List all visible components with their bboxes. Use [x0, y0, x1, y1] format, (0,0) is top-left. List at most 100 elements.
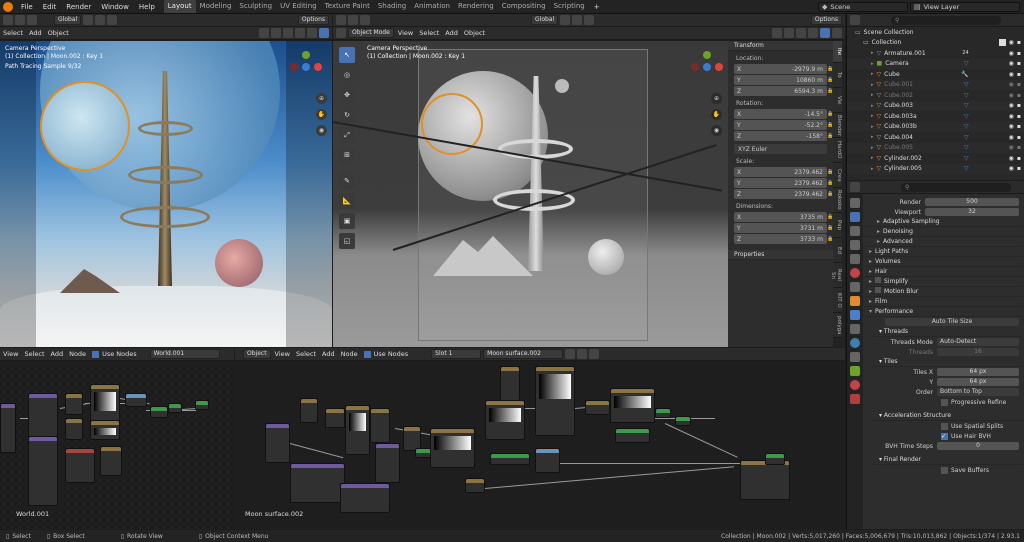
collection-tab-icon[interactable] — [850, 282, 860, 292]
tool-annotate-icon[interactable]: ✎ — [339, 173, 355, 189]
shader-node[interactable] — [100, 446, 122, 476]
zoom-icon[interactable]: ⊕ — [711, 93, 722, 104]
outliner-item[interactable]: ▸ ▽ Cylinder.002 ▽ ◉ ▪ — [847, 153, 1024, 164]
render-camera-icon[interactable]: ▪ — [1017, 71, 1021, 78]
material-tab-icon[interactable] — [850, 380, 860, 390]
shader-node[interactable] — [500, 366, 520, 401]
outliner-item[interactable]: ▸ ▽ Cube 🔧 ◉ ▪ — [847, 69, 1024, 80]
overlay-icon[interactable] — [283, 28, 293, 38]
use-nodes-checkbox[interactable] — [363, 350, 371, 358]
dimensions-z-field[interactable]: Z 3733 m 🔒 — [734, 234, 833, 244]
world-tab-icon[interactable] — [850, 268, 860, 278]
world-menu-select[interactable]: Select — [21, 350, 47, 358]
tiles-x-field[interactable]: 64 px — [937, 368, 1019, 376]
shader-node[interactable] — [765, 453, 785, 465]
gizmo-z-axis[interactable] — [703, 63, 711, 71]
threads-field[interactable]: 16 — [937, 348, 1019, 356]
world-node-editor[interactable]: View Select Add Node Use Nodes World.001… — [0, 348, 234, 529]
tab-shading[interactable]: Shading — [374, 0, 410, 13]
shader-node[interactable] — [485, 400, 525, 440]
left-render-view[interactable]: Camera Perspective (1) Collection | Moon… — [0, 41, 332, 347]
output-tab-icon[interactable] — [850, 226, 860, 236]
right-menu-add[interactable]: Add — [442, 29, 461, 37]
hair-bvh-checkbox[interactable]: ✓ — [941, 432, 948, 440]
outliner-item[interactable]: ▸ ▽ Cube.003 ▽ ◉ ▪ — [847, 100, 1024, 111]
sidebar-tab-4[interactable]: HardO — [833, 138, 842, 163]
editor-type-icon[interactable] — [336, 15, 346, 25]
tab-animation[interactable]: Animation — [410, 0, 454, 13]
render-samples-field[interactable]: 500 — [925, 198, 1019, 206]
viewport-samples-field[interactable]: 32 — [925, 208, 1019, 216]
tab-texture-paint[interactable]: Texture Paint — [321, 0, 374, 13]
sidebar-tab-0[interactable]: Ite — [833, 41, 842, 63]
eye-icon[interactable]: ◉ — [1009, 123, 1014, 130]
shader-node[interactable] — [28, 436, 58, 506]
expand-arrow-icon[interactable]: ▸ — [871, 71, 874, 77]
gizmo-neg-x[interactable] — [691, 63, 699, 71]
material-menu-view[interactable]: View — [272, 350, 293, 358]
expand-arrow-icon[interactable]: ▸ — [871, 103, 874, 109]
panel-film[interactable]: ▸ Film — [865, 297, 1023, 307]
rotation-y-field[interactable]: Y -52.2° 🔒 — [734, 120, 833, 130]
tool-add-cube-icon[interactable]: ▣ — [339, 213, 355, 229]
location-x-field[interactable]: X -2979.9 m 🔒 — [734, 64, 833, 74]
right-solid-view[interactable]: Camera Perspective (1) Collection | Moon… — [333, 41, 728, 347]
shader-node[interactable] — [490, 453, 530, 465]
render-camera-icon[interactable]: ▪ — [1017, 102, 1021, 109]
tool-select-icon[interactable]: ↖ — [339, 47, 355, 63]
material-selector[interactable]: Moon surface.002 — [483, 349, 564, 359]
visibility-icon[interactable] — [772, 28, 782, 38]
panel-adaptive-sampling[interactable]: ▸ Adaptive Sampling — [865, 217, 1023, 227]
expand-arrow-icon[interactable]: ▸ — [871, 61, 874, 67]
render-tab-icon[interactable] — [850, 212, 860, 222]
editor-type-icon[interactable] — [3, 15, 13, 25]
sidebar-tab-3[interactable]: Blender — [833, 113, 842, 138]
rotation-mode-select[interactable]: XYZ Euler — [734, 144, 827, 154]
save-buffers-row[interactable]: Save Buffers — [865, 465, 1023, 475]
render-camera-icon[interactable]: ▪ — [1017, 60, 1021, 67]
tool-extra-icon[interactable]: ◱ — [339, 233, 355, 249]
camera-icon[interactable]: ▪ — [1017, 39, 1021, 46]
navigation-gizmo[interactable] — [687, 47, 727, 87]
scale-z-field[interactable]: Z 2379.462 🔒 — [734, 189, 833, 199]
sidebar-tab-2[interactable]: Vie — [833, 88, 842, 113]
world-menu-add[interactable]: Add — [48, 350, 67, 358]
progressive-checkbox[interactable] — [941, 398, 948, 406]
sidebar-tab-6[interactable]: Rokoko — [833, 188, 842, 213]
tiles-y-field[interactable]: 64 px — [937, 378, 1019, 386]
shader-node[interactable] — [655, 408, 671, 418]
right-3d-viewport[interactable]: Global Options Object Mode View Select A… — [333, 14, 845, 347]
render-camera-icon[interactable]: ▪ — [1017, 134, 1021, 141]
tiles-panel-header[interactable]: ▾ Tiles — [873, 357, 1023, 367]
transform-panel-header[interactable]: Transform — [728, 41, 833, 51]
gizmo-z-axis[interactable] — [302, 63, 310, 71]
sidebar-tab-1[interactable]: To — [833, 63, 842, 88]
gizmo-y-axis[interactable] — [703, 51, 711, 59]
sidebar-tab-5[interactable]: Crea — [833, 163, 842, 188]
outliner-item[interactable]: ▸ ▽ Cube.003a ▽ ◉ ▪ — [847, 111, 1024, 122]
pan-icon[interactable]: ✋ — [316, 109, 327, 120]
sidebar-tab-11[interactable]: polyga — [833, 313, 842, 338]
properties-search-input[interactable]: ⚲ — [901, 182, 1011, 192]
gizmo-icon[interactable] — [784, 28, 794, 38]
shader-node[interactable] — [585, 400, 610, 415]
shader-node[interactable] — [535, 448, 560, 473]
particles-tab-icon[interactable] — [850, 324, 860, 334]
zoom-icon[interactable]: ⊕ — [316, 93, 327, 104]
outliner-item[interactable]: ▸ ▽ Cube.002 ▽ ◉ ▪ — [847, 90, 1024, 101]
scene-tab-icon[interactable] — [850, 254, 860, 264]
shader-node[interactable] — [0, 403, 16, 453]
material-menu-select[interactable]: Select — [293, 350, 319, 358]
shader-node[interactable] — [465, 478, 485, 493]
camera-view-icon[interactable]: ◉ — [711, 125, 722, 136]
bvh-steps-field[interactable]: 0 — [937, 442, 1019, 450]
panel-advanced[interactable]: ▸ Advanced — [865, 237, 1023, 247]
tab-compositing[interactable]: Compositing — [498, 0, 550, 13]
sidebar-tab-8[interactable]: Ed — [833, 238, 842, 263]
gizmo-x-axis[interactable] — [715, 63, 723, 71]
shader-node[interactable] — [375, 443, 400, 483]
tool-cursor-icon[interactable]: ◎ — [339, 67, 355, 83]
scene-selector[interactable]: ◆ Scene — [818, 1, 908, 12]
rotation-z-field[interactable]: Z -158° 🔒 — [734, 131, 833, 141]
view-layer-tab-icon[interactable] — [850, 240, 860, 250]
